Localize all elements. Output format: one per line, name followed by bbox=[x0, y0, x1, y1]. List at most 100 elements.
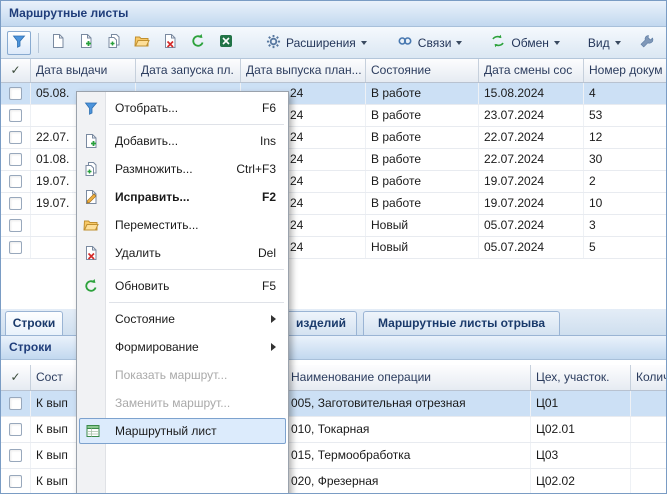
submenu-arrow-icon bbox=[271, 315, 276, 323]
delete-button[interactable] bbox=[158, 31, 182, 55]
refresh-icon bbox=[190, 33, 206, 52]
quantity-cell bbox=[631, 469, 667, 494]
doc-number-cell: 10 bbox=[584, 193, 667, 214]
folder-open-icon bbox=[134, 33, 150, 52]
tab-stroki[interactable]: Строки bbox=[5, 311, 63, 335]
menu-separator bbox=[109, 124, 284, 125]
toolbar-separator bbox=[38, 33, 39, 53]
row-checkbox[interactable] bbox=[9, 87, 22, 100]
column-header-state-change-date[interactable]: Дата смены сос bbox=[479, 59, 584, 82]
menu-item-formation[interactable]: Формирование bbox=[77, 333, 288, 361]
chevron-down-icon bbox=[361, 41, 367, 45]
menu-item-filter[interactable]: Отобрать... F6 bbox=[77, 94, 288, 122]
menu-item-edit[interactable]: Исправить... F2 bbox=[77, 183, 288, 211]
state-cell: В работе bbox=[366, 149, 479, 170]
row-checkbox[interactable] bbox=[9, 449, 22, 462]
row-checkbox[interactable] bbox=[9, 175, 22, 188]
menu-item-duplicate[interactable]: Размножить... Ctrl+F3 bbox=[77, 155, 288, 183]
menu-item-delete[interactable]: Удалить Del bbox=[77, 239, 288, 267]
row-checkbox[interactable] bbox=[9, 197, 22, 210]
lines-panel-title: Строки bbox=[9, 340, 52, 354]
chevron-down-icon bbox=[615, 41, 621, 45]
state-cell: В работе bbox=[366, 127, 479, 148]
row-checkbox[interactable] bbox=[9, 423, 22, 436]
document-icon bbox=[50, 33, 66, 52]
column-header-issue-date[interactable]: Дата выдачи bbox=[31, 59, 136, 82]
new-document-button[interactable] bbox=[46, 31, 70, 55]
column-header-check[interactable]: ✓ bbox=[1, 365, 31, 390]
workshop-cell: Ц03 bbox=[531, 443, 631, 468]
menu-item-route-sheet[interactable]: Маршрутный лист bbox=[79, 418, 286, 444]
duplicate-button[interactable] bbox=[102, 31, 126, 55]
move-button[interactable] bbox=[130, 31, 154, 55]
links-menu-label: Связи bbox=[418, 36, 452, 50]
quantity-cell bbox=[631, 391, 667, 416]
operation-name-cell: 010, Токарная bbox=[286, 417, 531, 442]
document-delete-icon bbox=[77, 245, 105, 261]
export-excel-button[interactable] bbox=[214, 31, 238, 55]
view-menu-button[interactable]: Вид bbox=[578, 31, 631, 55]
row-checkbox[interactable] bbox=[9, 397, 22, 410]
row-checkbox[interactable] bbox=[9, 131, 22, 144]
menu-item-move[interactable]: Переместить... bbox=[77, 211, 288, 239]
extensions-menu-button[interactable]: Расширения bbox=[256, 31, 377, 55]
menu-item-replace-route: Заменить маршрут... bbox=[77, 389, 288, 417]
column-header-workshop[interactable]: Цех, участок. bbox=[531, 365, 631, 390]
row-checkbox[interactable] bbox=[9, 153, 22, 166]
page-title: Маршрутные листы bbox=[9, 6, 128, 20]
state-change-date-cell: 05.07.2024 bbox=[479, 237, 584, 258]
add-button[interactable] bbox=[74, 31, 98, 55]
document-plus-icon bbox=[77, 133, 105, 149]
doc-number-cell: 4 bbox=[584, 83, 667, 104]
column-header-operation-name[interactable]: Наименование операции bbox=[286, 365, 531, 390]
folder-open-icon bbox=[77, 217, 105, 233]
menu-item-add[interactable]: Добавить... Ins bbox=[77, 127, 288, 155]
state-change-date-cell: 22.07.2024 bbox=[479, 149, 584, 170]
doc-number-cell: 53 bbox=[584, 105, 667, 126]
tab-marshrutnye-listy-otryva[interactable]: Маршрутные листы отрыва bbox=[363, 311, 560, 335]
extensions-menu-label: Расширения bbox=[286, 36, 356, 50]
menu-item-refresh[interactable]: Обновить F5 bbox=[77, 272, 288, 300]
window-titlebar: Маршрутные листы bbox=[1, 1, 666, 27]
route-sheet-icon bbox=[80, 423, 105, 439]
menu-item-show-route: Показать маршрут... bbox=[77, 361, 288, 389]
document-edit-icon bbox=[77, 189, 105, 205]
column-header-release-date[interactable]: Дата выпуска план... bbox=[241, 59, 366, 82]
operation-name-cell: 005, Заготовительная отрезная bbox=[286, 391, 531, 416]
settings-button[interactable] bbox=[635, 31, 659, 55]
toolbar: Расширения Связи Обмен Вид bbox=[1, 27, 666, 59]
funnel-icon bbox=[77, 100, 105, 116]
wrench-icon bbox=[639, 33, 655, 52]
state-change-date-cell: 22.07.2024 bbox=[479, 127, 584, 148]
column-header-doc-number[interactable]: Номер докум bbox=[584, 59, 667, 82]
exchange-menu-label: Обмен bbox=[511, 36, 549, 50]
state-change-date-cell: 23.07.2024 bbox=[479, 105, 584, 126]
column-header-check[interactable]: ✓ bbox=[1, 59, 31, 82]
quantity-cell bbox=[631, 443, 667, 468]
row-checkbox[interactable] bbox=[9, 109, 22, 122]
row-checkbox[interactable] bbox=[9, 475, 22, 488]
row-checkbox[interactable] bbox=[9, 219, 22, 232]
menu-separator bbox=[109, 269, 284, 270]
refresh-button[interactable] bbox=[186, 31, 210, 55]
links-menu-button[interactable]: Связи bbox=[387, 31, 473, 55]
menu-separator bbox=[109, 302, 284, 303]
column-header-state[interactable]: Состояние bbox=[366, 59, 479, 82]
doc-number-cell: 12 bbox=[584, 127, 667, 148]
state-cell: В работе bbox=[366, 171, 479, 192]
column-header-quantity[interactable]: Колич bbox=[631, 365, 667, 390]
state-cell: В работе bbox=[366, 193, 479, 214]
menu-item-state[interactable]: Состояние bbox=[77, 305, 288, 333]
document-plus-icon bbox=[78, 33, 94, 52]
documents-copy-icon bbox=[106, 33, 122, 52]
operation-name-cell: 015, Термообработка bbox=[286, 443, 531, 468]
column-header-launch-date[interactable]: Дата запуска пл. bbox=[136, 59, 241, 82]
refresh-icon bbox=[77, 278, 105, 294]
row-checkbox[interactable] bbox=[9, 241, 22, 254]
exchange-icon bbox=[490, 33, 506, 52]
excel-icon bbox=[218, 33, 234, 52]
exchange-menu-button[interactable]: Обмен bbox=[480, 31, 570, 55]
state-change-date-cell: 05.07.2024 bbox=[479, 215, 584, 236]
filter-button[interactable] bbox=[7, 31, 31, 55]
doc-number-cell: 5 bbox=[584, 237, 667, 258]
